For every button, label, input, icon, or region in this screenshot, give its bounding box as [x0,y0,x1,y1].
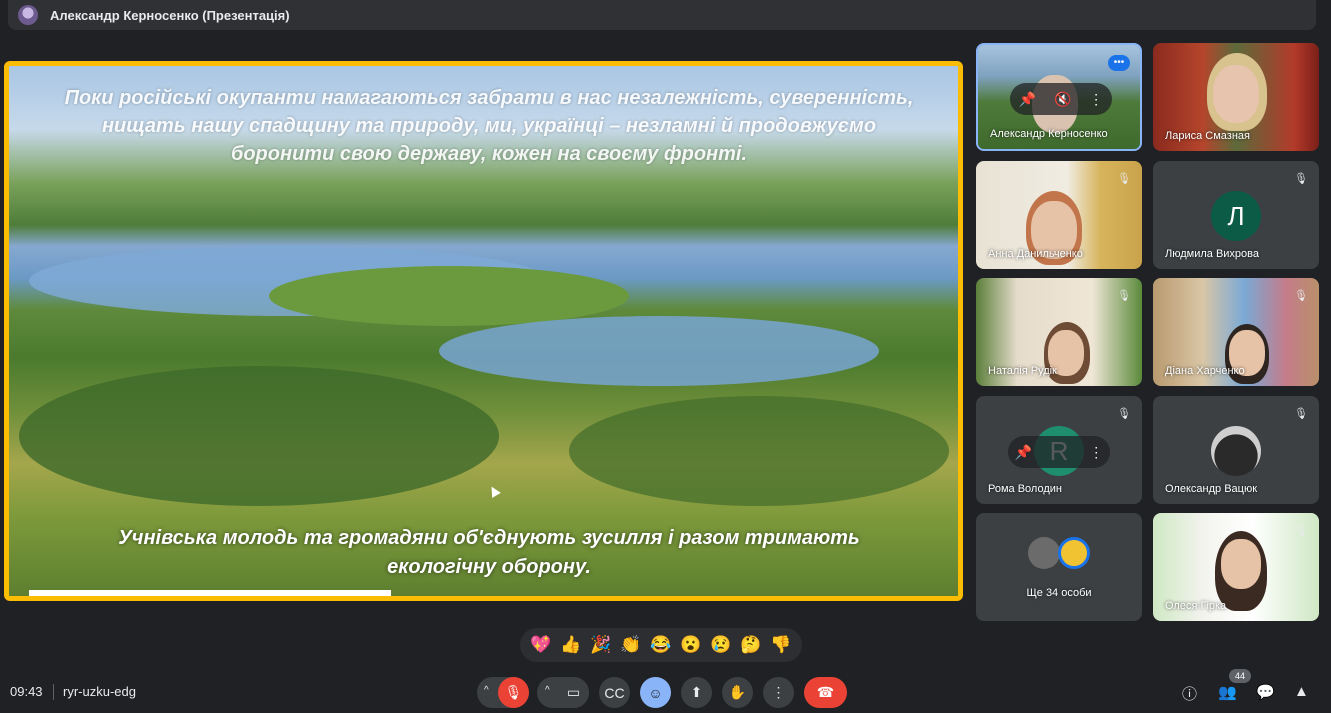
tile-controls[interactable]: 📌 ⋮ [1008,436,1110,468]
slide-bottom-text: Учнівська молодь та громадяни об'єднують… [118,527,860,578]
participant-name: Александр Керносенко [990,128,1108,140]
reaction-thumbs-up[interactable]: 👍 [560,635,581,655]
reaction-sad[interactable]: 😢 [710,635,731,655]
pin-icon[interactable]: 📌 [1015,444,1032,461]
participant-avatar: Л [1211,191,1261,241]
leave-call-button[interactable]: ☎ [804,677,847,708]
raise-hand-button[interactable]: ✋ [722,677,753,708]
presentation-title: Александр Керносенко (Презентація) [50,7,290,23]
more-vert-icon[interactable]: ⋮ [1089,91,1103,108]
reaction-laugh[interactable]: 😂 [650,635,671,655]
more-participants-tile[interactable]: Ще 34 особи [976,513,1142,621]
more-options-button[interactable]: ⋮ [763,677,794,708]
audio-options-chevron-icon[interactable]: ^ [484,685,489,696]
reaction-thumbs-down[interactable]: 👎 [770,635,791,655]
landscape-island [269,266,629,326]
participant-tile[interactable]: 🎙 Діана Харченко [1153,278,1319,386]
reaction-heart[interactable]: 💖 [530,635,551,655]
slide-top-text: Поки російські окупанти намагаються забр… [64,87,914,165]
participant-count-badge: 44 [1229,669,1251,683]
mic-off-icon: 🎙 [1294,408,1308,420]
more-options-icon[interactable]: ••• [1108,55,1130,71]
participant-tile[interactable]: ••• 📌 🔇 ⋮ Александр Керносенко [976,43,1142,151]
participant-name: Олександр Вацюк [1165,483,1258,495]
participant-tile[interactable]: R 📌 ⋮ 🎙 Рома Володин [976,396,1142,504]
mic-off-icon: 🎙 [1117,408,1131,420]
mic-off-icon: 🎙 [1117,173,1131,185]
participant-tile[interactable]: 🎙 Наталія Рудік [976,278,1142,386]
meeting-info-icon[interactable]: ⓘ [1182,683,1197,704]
present-screen-button[interactable]: ⬆ [681,677,712,708]
participant-tile[interactable]: Л 🎙 Людмила Вихрова [1153,161,1319,269]
mic-off-icon: 🎙 [1117,290,1131,302]
divider [53,684,54,700]
chat-icon[interactable]: 💬 [1256,683,1275,701]
emoji-reactions-button[interactable]: ☺ [640,677,671,708]
more-participants-label: Ще 34 особи [1026,587,1092,599]
reactions-bar: 💖 👍 🎉 👏 😂 😮 😢 🤔 👎 [520,628,802,662]
landscape-shrubs [569,396,949,506]
participant-tile[interactable]: 🎙 Анна Данильченко [976,161,1142,269]
mic-toggle-button[interactable]: 🎙 [498,677,529,708]
people-icon[interactable]: 👥 [1218,683,1237,701]
participant-tile[interactable]: 🎙 Олеся Гірка [1153,513,1319,621]
meeting-code: ryr-uzku-edg [63,684,136,699]
activities-icon[interactable]: ▲ [1294,683,1309,700]
participant-tile[interactable]: 🎙 Олександр Вацюк [1153,396,1319,504]
reaction-clap[interactable]: 👏 [620,635,641,655]
participant-name: Людмила Вихрова [1165,248,1259,260]
participant-name: Анна Данильченко [988,248,1083,260]
participant-avatar-photo [1211,426,1261,476]
more-vert-icon[interactable]: ⋮ [1089,444,1103,461]
participant-face [1213,65,1259,123]
tile-controls[interactable]: 📌 🔇 ⋮ [1010,83,1112,115]
presentation-stage: Поки російські окупанти намагаються забр… [4,61,963,601]
participant-name: Наталія Рудік [988,365,1057,377]
participant-name: Олеся Гірка [1165,600,1227,612]
mute-icon[interactable]: 🔇 [1054,91,1071,108]
mic-off-icon: 🎙 [1294,173,1308,185]
participant-tile[interactable]: Лариса Смазная [1153,43,1319,151]
slide-caption-strip [29,590,391,596]
reaction-thinking[interactable]: 🤔 [740,635,761,655]
pin-icon[interactable]: 📌 [1019,91,1036,108]
top-bar: Александр Керносенко (Презентація) [8,0,1316,30]
clock: 09:43 [10,684,43,699]
participant-avatar [1028,537,1060,569]
participant-name: Діана Харченко [1165,365,1245,377]
mic-off-icon: 🎙 [1294,290,1308,302]
landscape-river [439,316,879,386]
mic-off-icon: 🎙 [1294,525,1308,537]
participant-name: Рома Володин [988,483,1062,495]
landscape-shrubs [19,366,499,506]
participant-avatar [1058,537,1090,569]
participant-face [1221,539,1261,589]
camera-toggle-button[interactable]: ▭ [558,677,589,708]
video-options-chevron-icon[interactable]: ^ [545,685,550,696]
captions-button[interactable]: CC [599,677,630,708]
reaction-surprised[interactable]: 😮 [680,635,701,655]
mouse-cursor-icon [487,484,501,498]
participant-name: Лариса Смазная [1165,130,1250,142]
reaction-party[interactable]: 🎉 [590,635,611,655]
presenter-avatar-icon [18,5,38,25]
bottom-control-bar: 09:43 ryr-uzku-edg ^ 🎙 ^ ▭ CC ☺ ⬆ ✋ ⋮ ☎ … [0,672,1331,713]
